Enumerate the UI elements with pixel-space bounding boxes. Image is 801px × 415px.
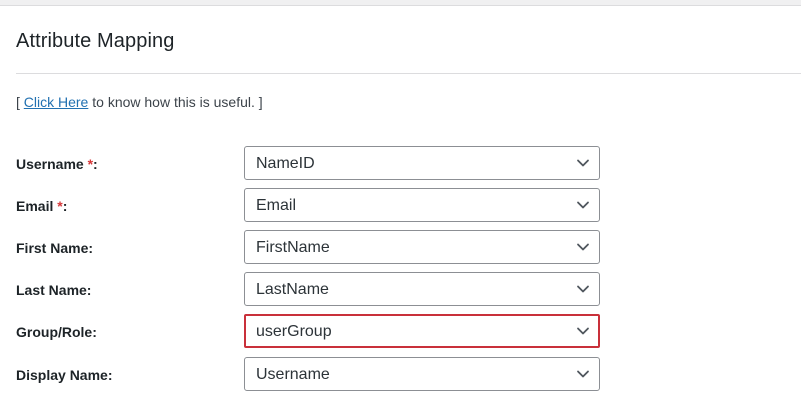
section-divider <box>16 73 801 74</box>
first-name-select[interactable]: FirstName <box>244 230 600 264</box>
mapping-row-last-name: Last Name: LastName <box>0 272 801 308</box>
mapping-row-username: Username *: NameID <box>0 146 801 182</box>
mapping-row-first-name: First Name: FirstName <box>0 230 801 266</box>
group-role-label: Group/Role: <box>16 324 97 340</box>
section-title: Attribute Mapping <box>16 30 175 52</box>
top-strip <box>0 0 801 6</box>
last-name-select[interactable]: LastName <box>244 272 600 306</box>
help-prefix: [ <box>16 94 24 110</box>
chevron-down-icon <box>577 201 589 209</box>
first-name-label: First Name: <box>16 240 94 256</box>
help-line: [ Click Here to know how this is useful.… <box>16 94 263 110</box>
last-name-select-value: LastName <box>256 281 329 298</box>
email-select[interactable]: Email <box>244 188 600 222</box>
email-label: Email *: <box>16 198 68 214</box>
click-here-link[interactable]: Click Here <box>24 94 89 110</box>
email-select-value: Email <box>256 197 297 214</box>
help-suffix: to know how this is useful. ] <box>88 94 263 110</box>
username-select[interactable]: NameID <box>244 146 600 180</box>
chevron-down-icon <box>577 159 589 167</box>
username-label: Username *: <box>16 156 98 172</box>
display-name-select[interactable]: Username <box>244 357 600 391</box>
last-name-label: Last Name: <box>16 282 92 298</box>
group-role-select[interactable]: userGroup <box>244 314 600 348</box>
chevron-down-icon <box>577 285 589 293</box>
chevron-down-icon <box>577 370 589 378</box>
group-role-select-value: userGroup <box>256 323 332 340</box>
username-select-value: NameID <box>256 155 315 172</box>
chevron-down-icon <box>577 243 589 251</box>
display-name-select-value: Username <box>256 366 330 383</box>
chevron-down-icon <box>577 327 589 335</box>
first-name-select-value: FirstName <box>256 239 330 256</box>
display-name-label: Display Name: <box>16 367 113 383</box>
mapping-row-email: Email *: Email <box>0 188 801 224</box>
mapping-row-display-name: Display Name: Username <box>0 357 801 393</box>
mapping-row-group-role: Group/Role: userGroup <box>0 314 801 350</box>
